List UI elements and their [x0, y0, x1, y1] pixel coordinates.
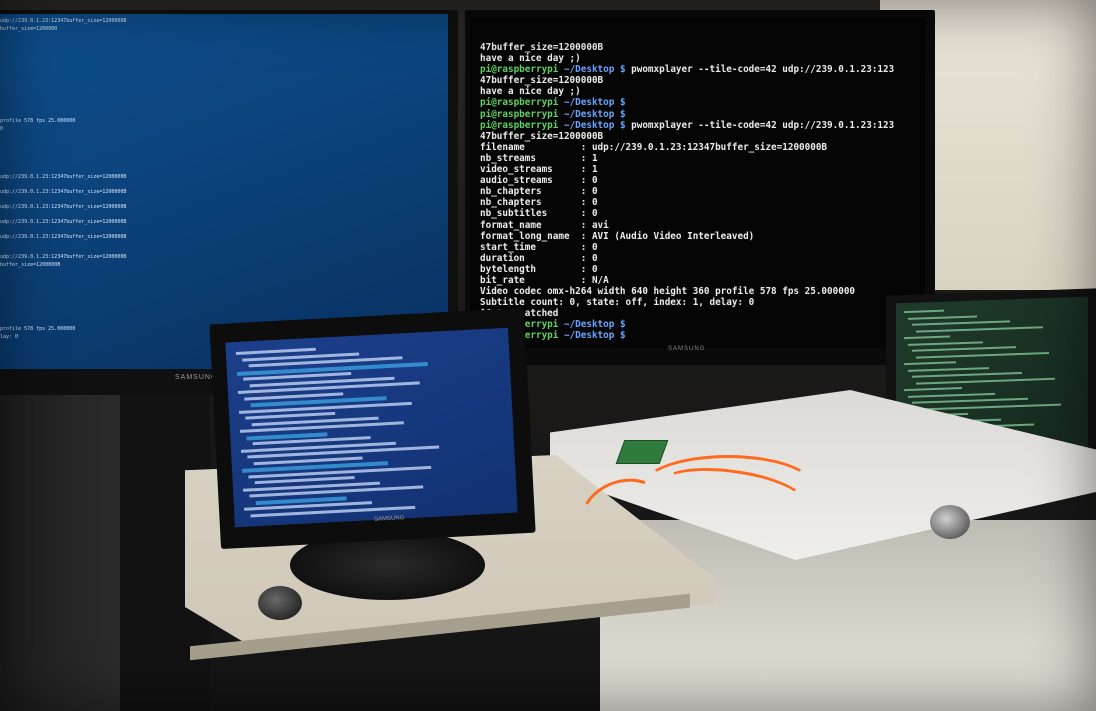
small-monitor-screen: [225, 327, 518, 528]
terminal-text: 47buffer_size=1200000B: [480, 75, 604, 87]
terminal-path: ~/Desktop $: [558, 119, 626, 131]
terminal-prompt: pi@raspberrypi: [480, 64, 559, 76]
terminal-text: video_streams : 1: [480, 164, 598, 176]
center-monitor-brand: SAMSUNG: [668, 346, 706, 352]
right-screen-text-line: [908, 392, 995, 398]
right-screen-text-line: [908, 315, 977, 320]
terminal-text: pwomxplayer --tile-code=42 udp://239.0.1…: [625, 64, 895, 76]
terminal-prompt: pi@raspberrypi: [480, 97, 559, 109]
terminal-line: 47buffer_size=1200000B: [480, 131, 894, 142]
terminal-line: nb_subtitles : 0: [480, 208, 894, 219]
terminal-text: nb_chapters : 0: [480, 186, 598, 198]
terminal-line: have a nice day ;): [480, 86, 894, 97]
terminal-line: have a nice day ;): [480, 53, 894, 64]
computer-mouse: [930, 505, 970, 539]
terminal-text: bit_rate : N/A: [480, 274, 609, 286]
right-screen-text-line: [904, 387, 962, 392]
terminal-line: pi@raspberrypi ~/Desktop $: [480, 109, 894, 120]
right-screen-text-line: [912, 320, 1010, 326]
terminal-text: nb_subtitles : 0: [480, 208, 598, 220]
pc-tower: [0, 395, 120, 711]
right-screen-text-line: [908, 340, 983, 346]
terminal-text: 47buffer_size=1200000B: [480, 130, 604, 142]
terminal-line: pi@raspberrypi ~/Desktop $: [480, 97, 894, 108]
terminal-text: nb_streams : 1: [480, 152, 598, 164]
terminal-line: pi@raspberrypi ~/Desktop $ pwomxplayer -…: [480, 120, 894, 131]
right-screen-text-line: [916, 403, 1061, 411]
terminal-line: audio_streams : 0: [480, 175, 894, 186]
terminal-line: format_name : avi: [480, 220, 894, 231]
terminal-line: nb_chapters : 0: [480, 197, 894, 208]
left-screen-line: profile 578 fps 25.000000: [0, 326, 76, 332]
right-screen-text-line: [912, 397, 1028, 404]
terminal-text: nb_chapters : 0: [480, 197, 598, 209]
left-screen-line: udp://239.0.1.23:12347buffer_size=120000…: [0, 18, 127, 24]
left-screen-line: udp://239.0.1.23:12347buffer_size=120000…: [0, 174, 127, 180]
left-screen-line: udp://239.0.1.23:12347buffer_size=120000…: [0, 219, 127, 225]
right-screen-text-line: [912, 346, 1016, 352]
right-screen-text-line: [908, 366, 989, 372]
terminal-line: ^Cstrp catched: [480, 308, 894, 319]
terminal-prompt: pi@raspberrypi: [480, 108, 559, 120]
terminal-line: Subtitle count: 0, state: off, index: 1,…: [480, 297, 894, 308]
terminal-text: pwomxplayer --tile-code=42 udp://239.0.1…: [625, 119, 895, 131]
terminal-line: format_long_name : AVI (Audio Video Inte…: [480, 231, 894, 242]
terminal-text: start_time : 0: [480, 241, 598, 253]
left-screen-line: profile 578 fps 25.000000: [0, 118, 76, 124]
terminal-line: pi@raspberrypi ~/Desktop $: [480, 319, 894, 330]
terminal-text: format_name : avi: [480, 219, 609, 231]
terminal-line: filename : udp://239.0.1.23:12347buffer_…: [480, 142, 894, 153]
terminal-text: filename : udp://239.0.1.23:12347buffer_…: [480, 141, 828, 153]
terminal-text: Subtitle count: 0, state: off, index: 1,…: [480, 297, 755, 309]
photo-scene: udp://239.0.1.23:12347buffer_size=120000…: [0, 0, 1096, 711]
terminal-line: nb_chapters : 0: [480, 186, 894, 197]
left-screen-line: buffer_size=1200000B: [0, 262, 61, 268]
terminal-text: have a nice day ;): [480, 53, 581, 65]
terminal-line: pi@raspberrypi ~/Desktop $: [480, 330, 894, 341]
left-screen-line: udp://239.0.1.23:12347buffer_size=120000…: [0, 234, 127, 240]
terminal-text: audio_streams : 0: [480, 175, 598, 187]
terminal-path: ~/Desktop $: [558, 330, 626, 342]
terminal-line: bytelength : 0: [480, 264, 894, 275]
right-screen-text-line: [912, 371, 1022, 378]
terminal-path: ~/Desktop $: [558, 319, 626, 331]
right-screen-text-line: [916, 377, 1055, 385]
terminal-line: pi@raspberrypi ~/Desktop $ pwomxplayer -…: [480, 64, 894, 75]
terminal-text: format_long_name : AVI (Audio Video Inte…: [480, 230, 755, 242]
left-screen-line: 0: [0, 126, 4, 132]
terminal-output: 47buffer_size=1200000B have a nice day ;)…: [480, 42, 894, 342]
left-screen-line: buffer_size=1200000: [0, 26, 58, 32]
computer-mouse: [258, 586, 302, 620]
terminal-line: 47buffer_size=1200000B: [480, 42, 894, 53]
right-screen-text-line: [916, 325, 1043, 333]
left-screen-line: udp://239.0.1.23:12347buffer_size=120000…: [0, 189, 127, 195]
terminal-text: 47buffer_size=1200000B: [480, 42, 604, 53]
terminal-prompt: pi@raspberrypi: [480, 119, 559, 131]
terminal-line: video_streams : 1: [480, 164, 894, 175]
right-screen-text-line: [904, 361, 956, 366]
terminal-text: bytelength : 0: [480, 263, 598, 275]
right-screen-text-line: [916, 351, 1049, 359]
terminal-line: start_time : 0: [480, 242, 894, 253]
raspberry-pi-board: [615, 440, 669, 464]
right-screen-text-line: [904, 335, 950, 340]
terminal-text: Video codec omx-h264 width 640 height 36…: [480, 286, 856, 298]
terminal-line: Video codec omx-h264 width 640 height 36…: [480, 286, 894, 297]
terminal-path: ~/Desktop $: [558, 64, 626, 76]
terminal-path: ~/Desktop $: [558, 108, 626, 120]
left-screen-line: udp://239.0.1.23:12347buffer_size=120000…: [0, 204, 127, 210]
right-screen-text-line: [904, 309, 944, 314]
terminal-line: nb_streams : 1: [480, 153, 894, 164]
terminal-text: have a nice day ;): [480, 86, 581, 98]
left-screen-line: udp://239.0.1.23:12347buffer_size=120000…: [0, 254, 127, 260]
terminal-line: 47buffer_size=1200000B: [480, 75, 894, 86]
terminal-text: duration : 0: [480, 252, 598, 264]
terminal-path: ~/Desktop $: [558, 97, 626, 109]
terminal-line: duration : 0: [480, 253, 894, 264]
terminal-line: bit_rate : N/A: [480, 275, 894, 286]
center-monitor-screen: 47buffer_size=1200000B have a nice day ;)…: [470, 18, 925, 348]
left-screen-line: lay: 0: [0, 334, 19, 340]
